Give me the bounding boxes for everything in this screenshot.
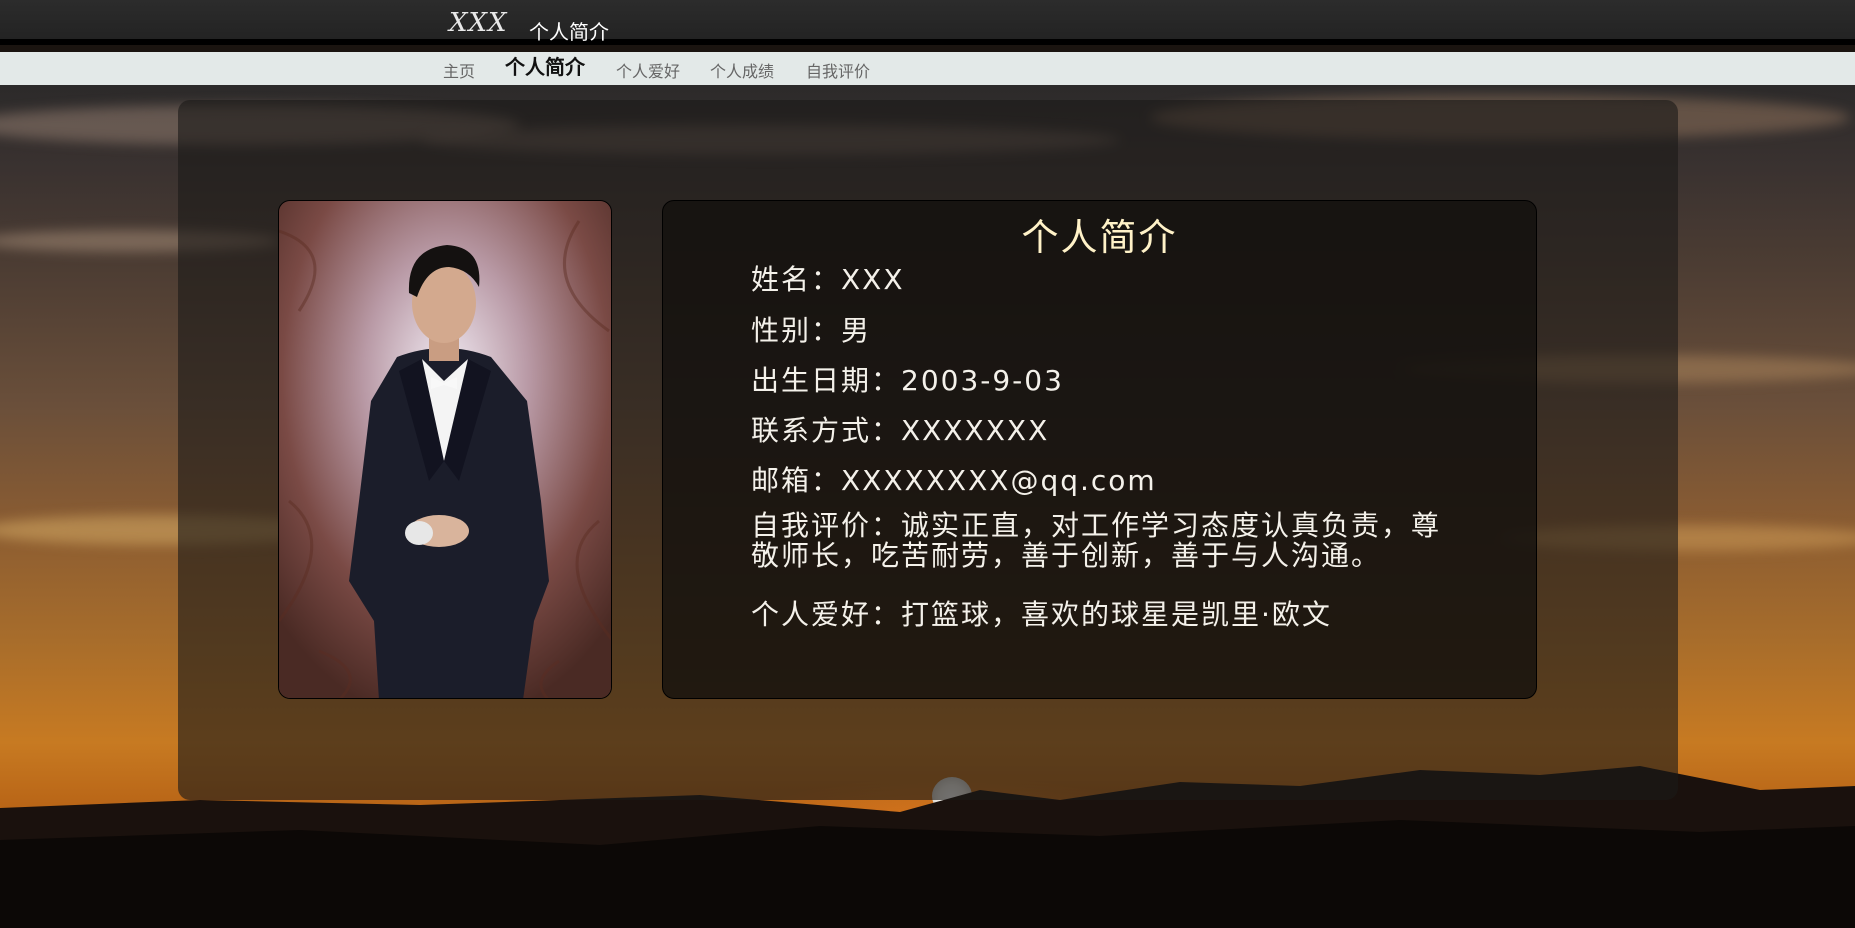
portrait-image bbox=[279, 201, 611, 698]
self-evaluation-field: 自我评价：诚实正直，对工作学习态度认真负责，尊敬师长，吃苦耐劳，善于创新，善于与… bbox=[751, 509, 1442, 572]
contact-field: 联系方式：XXXXXXX bbox=[751, 414, 1050, 447]
profile-info-card: 个人简介 姓名：XXX 性别：男 出生日期：2003-9-03 联系方式：XXX… bbox=[662, 200, 1537, 699]
email-field: 邮箱：XXXXXXXX@qq.com bbox=[751, 464, 1157, 497]
birthday-field: 出生日期：2003-9-03 bbox=[751, 364, 1064, 397]
name-field: 姓名：XXX bbox=[751, 263, 905, 296]
card-title: 个人简介 bbox=[1021, 216, 1178, 259]
hobby-field: 个人爱好：打篮球，喜欢的球星是凯里·欧文 bbox=[751, 598, 1332, 631]
profile-photo bbox=[278, 200, 612, 699]
gender-field: 性别：男 bbox=[751, 314, 872, 347]
